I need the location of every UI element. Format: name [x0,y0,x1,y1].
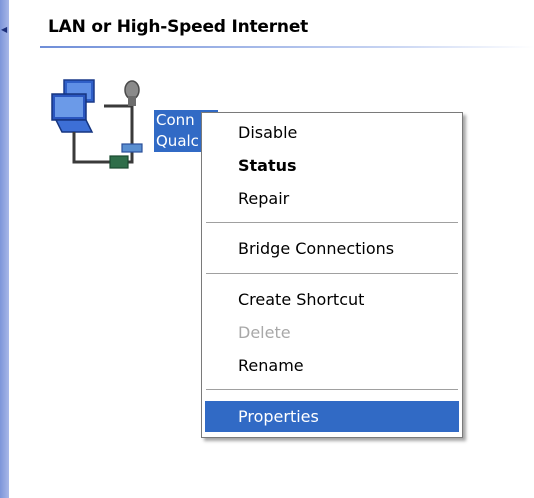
group-header-divider [40,46,534,48]
explorer-window: ◀ LAN or High-Speed Internet Conn Qualc … [0,0,534,498]
group-header: LAN or High-Speed Internet [48,17,309,37]
menu-separator [206,222,458,224]
menu-item-delete: Delete [238,323,291,342]
menu-item-repair[interactable]: Repair [205,183,459,214]
menu-item-create-shortcut[interactable]: Create Shortcut [205,284,459,315]
context-menu: Disable Status Repair Bridge Connections… [201,112,463,438]
menu-separator [206,273,458,275]
network-connection-icon[interactable] [48,76,148,172]
task-pane-edge: ◀ [0,0,9,498]
menu-item-disable[interactable]: Disable [205,117,459,148]
menu-item-properties[interactable]: Properties [205,401,459,432]
menu-item-status[interactable]: Status [205,150,459,181]
menu-item-rename[interactable]: Rename [205,350,459,381]
menu-separator [206,389,458,391]
collapse-arrow-icon[interactable]: ◀ [1,26,7,34]
menu-item-bridge-connections[interactable]: Bridge Connections [205,233,459,264]
